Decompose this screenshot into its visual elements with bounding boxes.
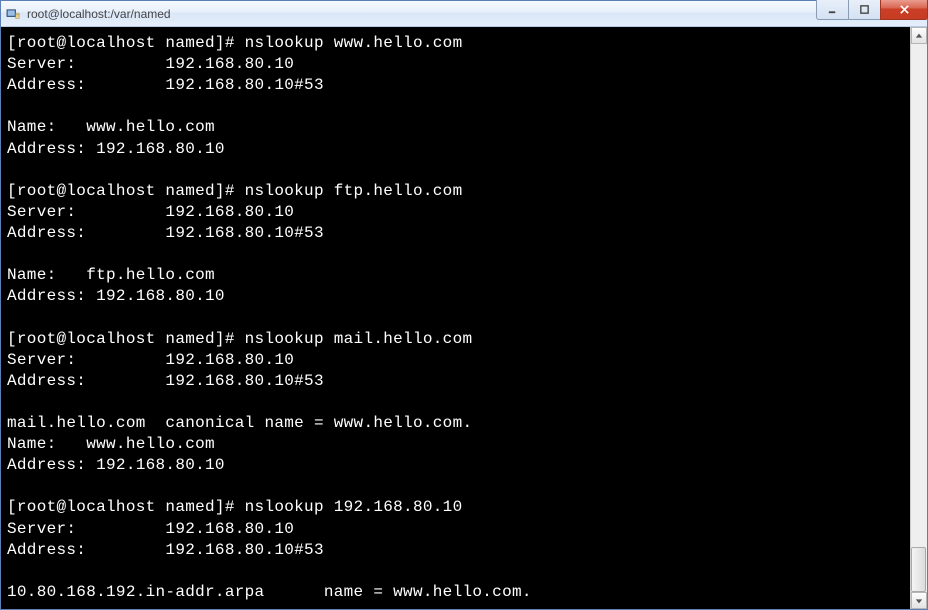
putty-icon [5,6,21,22]
scroll-up-button[interactable] [911,27,927,44]
minimize-button[interactable] [816,0,848,20]
window-controls [816,0,928,20]
terminal-area: [root@localhost named]# nslookup www.hel… [1,27,927,609]
close-button[interactable] [880,0,928,20]
scroll-down-button[interactable] [911,592,927,609]
maximize-button[interactable] [848,0,880,20]
app-window: root@localhost:/var/named [root@localhos… [0,0,928,610]
scroll-thumb[interactable] [911,547,926,592]
titlebar[interactable]: root@localhost:/var/named [1,1,927,27]
window-title: root@localhost:/var/named [27,7,923,21]
terminal-output[interactable]: [root@localhost named]# nslookup www.hel… [1,27,910,609]
scroll-track[interactable] [911,44,927,592]
vertical-scrollbar[interactable] [910,27,927,609]
